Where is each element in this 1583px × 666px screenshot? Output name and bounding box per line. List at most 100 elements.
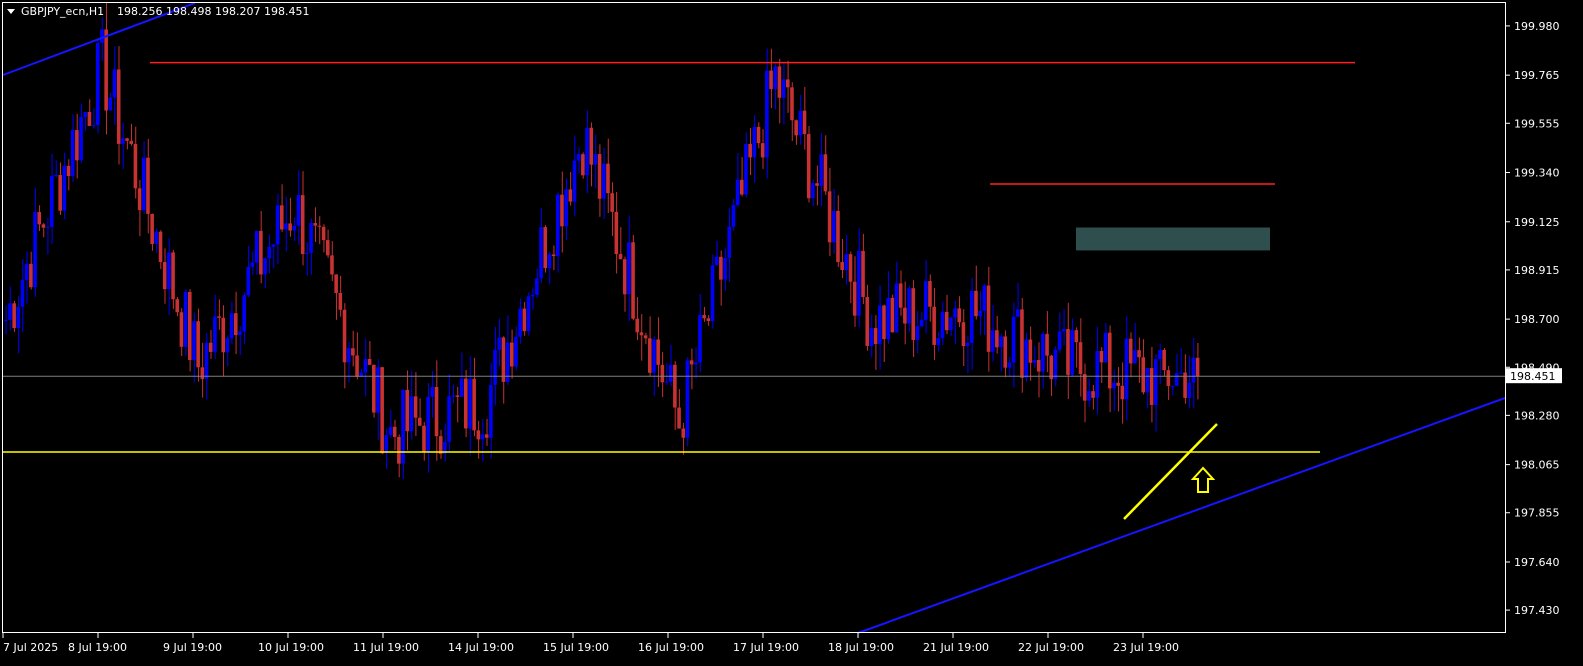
candle-body [1074,330,1079,343]
candle-body [760,143,765,158]
dropdown-triangle-icon[interactable] [7,9,15,14]
candle-body [668,364,673,382]
candle-body [660,364,665,383]
price-tick-label: 198.280 [1514,409,1560,422]
price-chart[interactable]: 199.980 199.765 199.555 199.340 199.125 198.9… [0,0,1583,666]
candle-body [589,127,594,165]
time-tick-label: 11 Jul 19:00 [353,641,419,654]
candle-body [727,226,732,259]
candle-body [597,154,602,199]
price-tick-label: 198.700 [1514,313,1560,326]
candle-body [58,175,62,211]
drawings-layer [2,2,1506,634]
candle-body [756,126,761,144]
candle-body [551,254,556,257]
candle-body [380,367,384,454]
candle-body [798,110,803,136]
candle-body [213,316,217,352]
candle-body [786,79,790,88]
candle-body [275,205,280,245]
candle-body [309,223,313,253]
candle-body [1108,332,1112,389]
candle-body [397,436,401,464]
time-tick-label: 15 Jul 19:00 [543,641,609,654]
candle-body [75,130,79,161]
candle-body [238,331,242,336]
candle-body [865,297,870,346]
candle-body [1007,362,1012,368]
candle-body [254,230,259,263]
candle-body [1154,359,1158,405]
candle-body [87,111,92,126]
candle-body [627,242,631,295]
candle-body [635,318,640,333]
candle-body [83,111,88,118]
candle-body [873,328,878,344]
candle-body [1133,350,1137,364]
candle-body [961,322,966,347]
candle-body [16,306,21,329]
candle-body [510,342,514,367]
candle-body [1049,355,1054,380]
time-axis: 7 Jul 2025 8 Jul 19:00 9 Jul 19:00 10 Jul 1… [2,633,1179,654]
candle-body [560,194,564,227]
candle-body [689,360,694,365]
candle-body [1141,357,1146,393]
up-arrow-icon[interactable] [1190,466,1216,493]
candle-body [957,308,962,323]
candle-body [1045,333,1049,356]
candle-body [585,127,589,176]
supply-zone[interactable] [1076,227,1270,251]
candle-body [769,70,773,90]
candle-body [752,126,757,158]
chart-area[interactable]: 199.980 199.765 199.555 199.340 199.125 198.9… [0,0,1583,666]
candle-body [882,305,886,340]
price-tick-label: 198.915 [1514,264,1560,277]
candle-body [392,426,397,437]
candle-body [188,291,192,361]
candle-body [911,288,916,340]
candle-body [719,256,723,280]
candle-body [8,303,12,320]
candle-body [313,223,318,226]
candle-body [200,367,205,380]
candle-body [827,191,832,243]
candle-body [208,342,213,352]
candles-layer [4,3,1200,480]
candle-body [710,265,715,321]
candle-body [535,278,539,295]
candle-body [924,281,928,320]
candle-body [137,188,142,211]
candle-body [673,364,677,408]
candle-body [932,306,936,345]
candle-body [472,378,476,431]
ascending-trendline[interactable] [857,397,1506,634]
candle-body [685,360,690,438]
time-tick-label: 16 Jul 19:00 [638,641,704,654]
candle-body [974,290,978,317]
symbol-label: GBPJPY_ecn,H1 [21,5,104,18]
candle-body [79,117,83,161]
price-tick-label: 199.765 [1514,69,1560,82]
candle-body [940,311,945,339]
candle-body [836,210,840,263]
candle-body [919,319,924,327]
candle-body [936,338,941,345]
candle-body [62,165,67,211]
candle-body [271,244,276,247]
candle-body [129,140,134,145]
candle-body [802,110,807,135]
candle-body [1166,370,1171,386]
candle-body [305,252,309,255]
candle-body [464,378,468,429]
candle-body [1112,382,1116,389]
candle-body [1087,391,1091,401]
candle-body [326,240,330,256]
candle-body [447,396,451,442]
time-tick-label: 8 Jul 19:00 [68,641,127,654]
candle-body [714,256,719,266]
candle-body [1041,333,1045,372]
candle-body [108,97,113,111]
short-term-trendline[interactable] [1123,423,1218,520]
chart-frame [2,2,1506,633]
